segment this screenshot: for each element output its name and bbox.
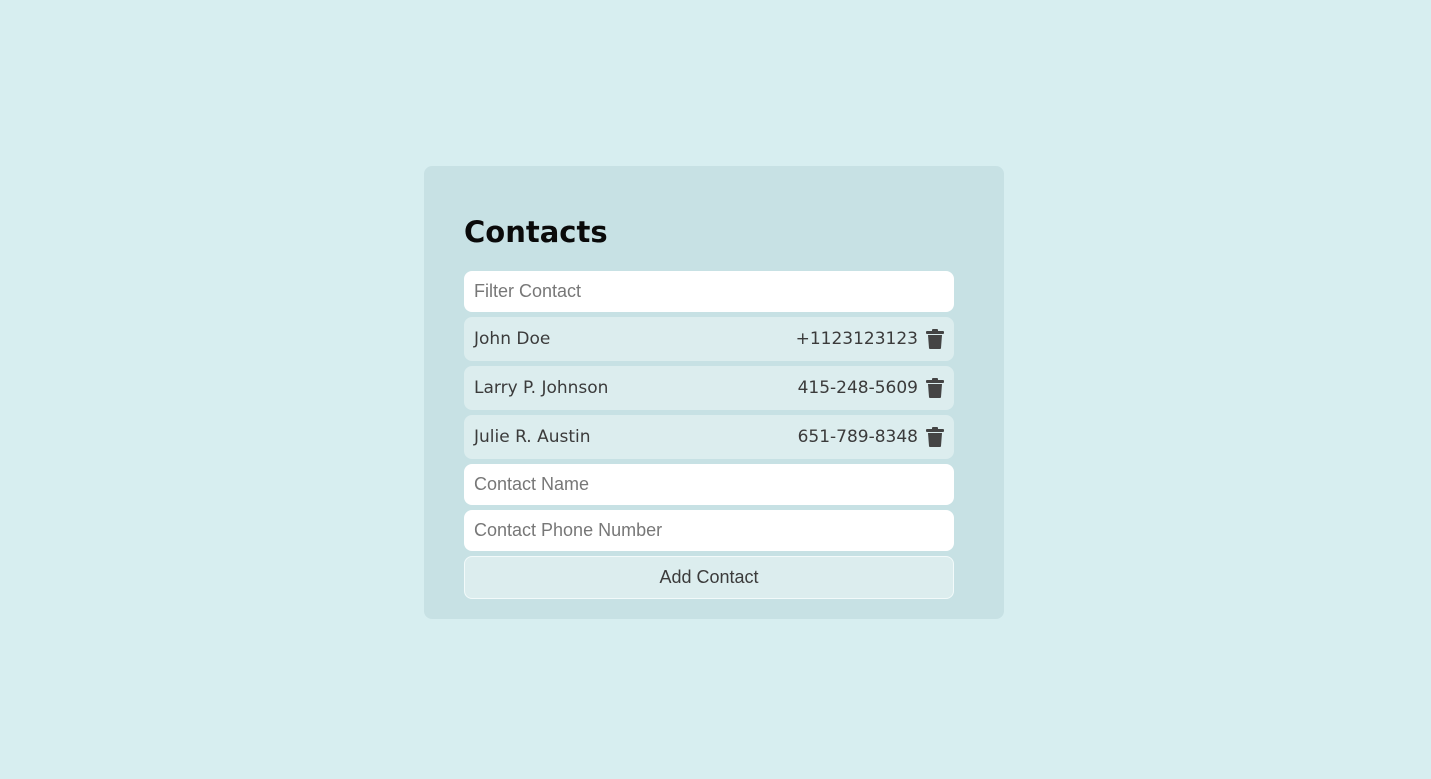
contact-name: John Doe: [474, 329, 551, 349]
contact-name: Julie R. Austin: [474, 427, 591, 447]
add-contact-button[interactable]: Add Contact: [464, 556, 954, 599]
contact-phone: +1123123123: [795, 329, 918, 349]
list-item: John Doe +1123123123: [464, 317, 954, 361]
list-item: Julie R. Austin 651-789-8348: [464, 415, 954, 459]
contacts-card: Contacts John Doe +1123123123 Larry P. J…: [424, 166, 1004, 619]
trash-icon[interactable]: [926, 378, 944, 398]
filter-contact-input[interactable]: [464, 271, 954, 312]
contact-list: John Doe +1123123123 Larry P. Johnson 41…: [464, 317, 954, 459]
list-item: Larry P. Johnson 415-248-5609: [464, 366, 954, 410]
contact-name-input[interactable]: [464, 464, 954, 505]
contact-phone: 415-248-5609: [797, 378, 918, 398]
trash-icon[interactable]: [926, 329, 944, 349]
trash-icon[interactable]: [926, 427, 944, 447]
contact-phone: 651-789-8348: [797, 427, 918, 447]
page-title: Contacts: [464, 215, 608, 249]
contact-phone-input[interactable]: [464, 510, 954, 551]
contact-name: Larry P. Johnson: [474, 378, 609, 398]
